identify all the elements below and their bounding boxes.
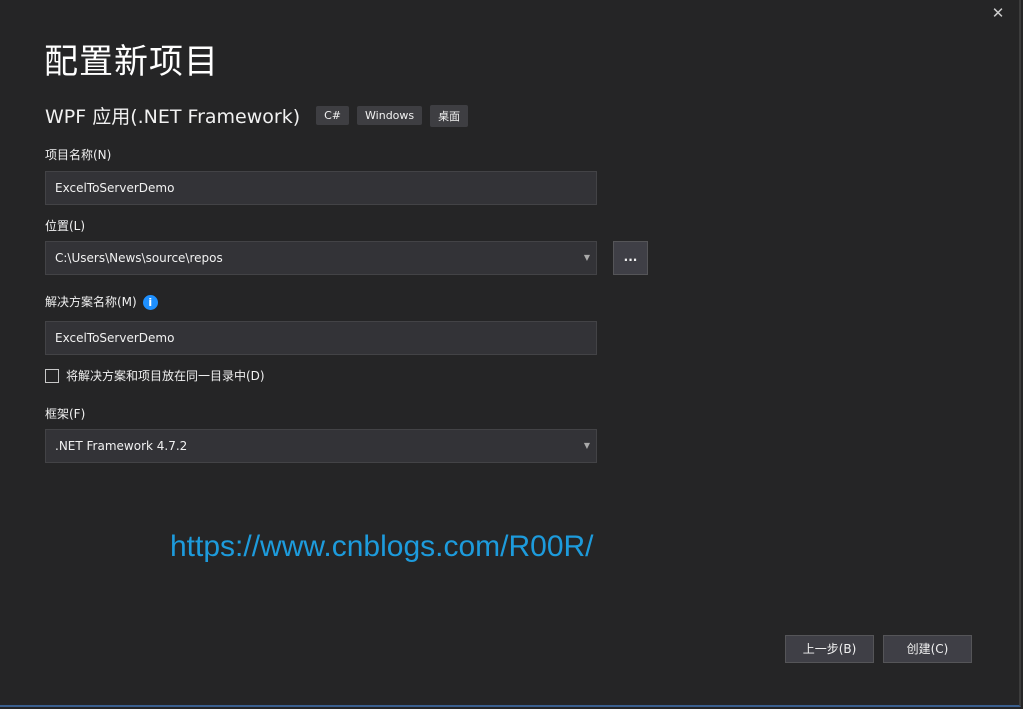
framework-combobox[interactable]: .NET Framework 4.7.2 ▼ bbox=[45, 429, 597, 463]
same-directory-checkbox[interactable] bbox=[45, 368, 59, 383]
tag-project-type: 桌面 bbox=[430, 104, 469, 127]
create-button[interactable]: 创建(C) bbox=[883, 635, 972, 663]
same-directory-option[interactable]: 将解决方案和项目放在同一目录中(D) bbox=[45, 367, 265, 384]
template-header: WPF 应用(.NET Framework) C# Windows 桌面 bbox=[45, 102, 476, 129]
location-value: C:\Users\News\source\repos bbox=[55, 251, 223, 265]
watermark-url: https://www.cnblogs.com/R00R/ bbox=[170, 530, 594, 563]
info-icon[interactable]: i bbox=[142, 295, 158, 310]
tag-language: C# bbox=[316, 106, 350, 125]
framework-label: 框架(F) bbox=[45, 407, 86, 421]
location-combobox[interactable]: C:\Users\News\source\repos ▼ bbox=[45, 241, 597, 275]
solution-name-label: 解决方案名称(M) bbox=[45, 295, 137, 309]
chevron-down-icon[interactable]: ▼ bbox=[584, 430, 590, 462]
same-directory-label[interactable]: 将解决方案和项目放在同一目录中(D) bbox=[66, 367, 265, 384]
project-name-input[interactable]: ExcelToServerDemo bbox=[45, 171, 597, 205]
template-name: WPF 应用(.NET Framework) bbox=[45, 106, 301, 128]
tag-platform: Windows bbox=[357, 106, 423, 125]
browse-button[interactable]: ... bbox=[613, 241, 648, 275]
page-title: 配置新项目 bbox=[44, 42, 219, 82]
framework-value: .NET Framework 4.7.2 bbox=[55, 439, 188, 453]
solution-name-input[interactable]: ExcelToServerDemo bbox=[45, 321, 597, 355]
solution-name-label-row: 解决方案名称(M) i bbox=[45, 293, 158, 310]
close-icon[interactable]: ✕ bbox=[986, 3, 1010, 23]
back-button[interactable]: 上一步(B) bbox=[785, 635, 874, 663]
project-name-label: 项目名称(N) bbox=[45, 148, 112, 162]
location-label: 位置(L) bbox=[45, 219, 86, 233]
chevron-down-icon[interactable]: ▼ bbox=[584, 242, 590, 274]
